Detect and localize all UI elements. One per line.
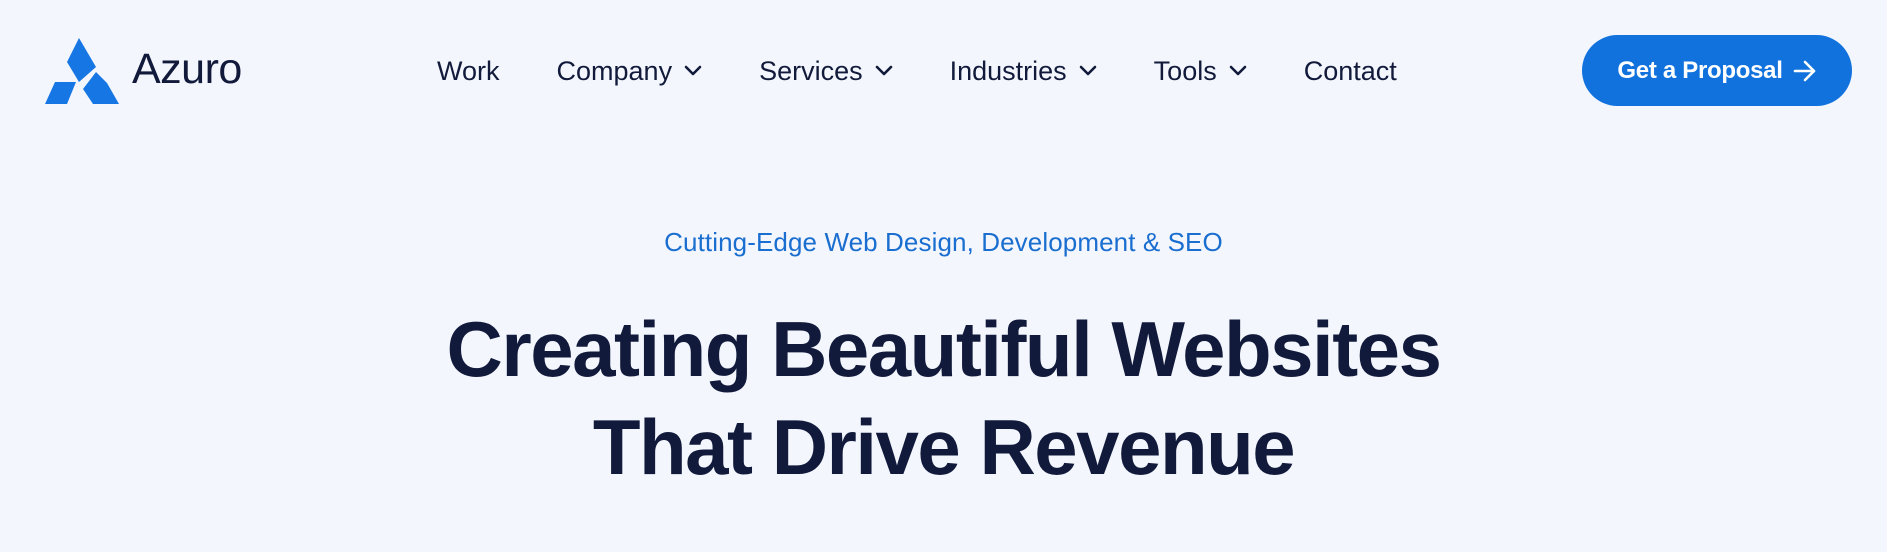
triangle-logo-icon: [45, 38, 119, 104]
nav-item-company[interactable]: Company: [557, 56, 703, 87]
hero-headline: Creating Beautiful Websites That Drive R…: [0, 300, 1887, 496]
nav-item-label: Services: [759, 55, 863, 86]
nav-item-services[interactable]: Services: [759, 56, 893, 87]
chevron-down-icon: [684, 65, 702, 76]
nav-item-label: Tools: [1153, 55, 1217, 86]
nav-item-work[interactable]: Work: [437, 56, 500, 87]
nav-item-tools[interactable]: Tools: [1154, 56, 1247, 87]
chevron-down-icon: [1229, 65, 1247, 76]
hero-eyebrow: Cutting-Edge Web Design, Development & S…: [664, 227, 1223, 257]
site-header: Azuro Work Company Services Industries T…: [0, 0, 1887, 142]
get-proposal-button[interactable]: Get a Proposal: [1582, 35, 1852, 106]
hero-section: Cutting-Edge Web Design, Development & S…: [0, 222, 1887, 496]
chevron-down-icon: [875, 65, 892, 76]
nav-item-label: Industries: [949, 55, 1067, 86]
brand-logo[interactable]: Azuro: [45, 38, 242, 104]
nav-item-contact[interactable]: Contact: [1304, 56, 1397, 87]
nav-item-label: Work: [437, 55, 500, 86]
hero-headline-line-1: Creating Beautiful Websites: [446, 305, 1442, 393]
brand-name: Azuro: [132, 44, 242, 93]
arrow-right-icon: [1793, 60, 1815, 81]
nav-item-label: Company: [556, 55, 673, 86]
hero-headline-line-2: That Drive Revenue: [592, 403, 1296, 491]
nav-item-industries[interactable]: Industries: [950, 56, 1097, 87]
nav-item-label: Contact: [1303, 55, 1397, 86]
get-proposal-label: Get a Proposal: [1617, 56, 1783, 84]
chevron-down-icon: [1079, 65, 1096, 76]
main-nav: Work Company Services Industries Tools C…: [437, 52, 1397, 90]
